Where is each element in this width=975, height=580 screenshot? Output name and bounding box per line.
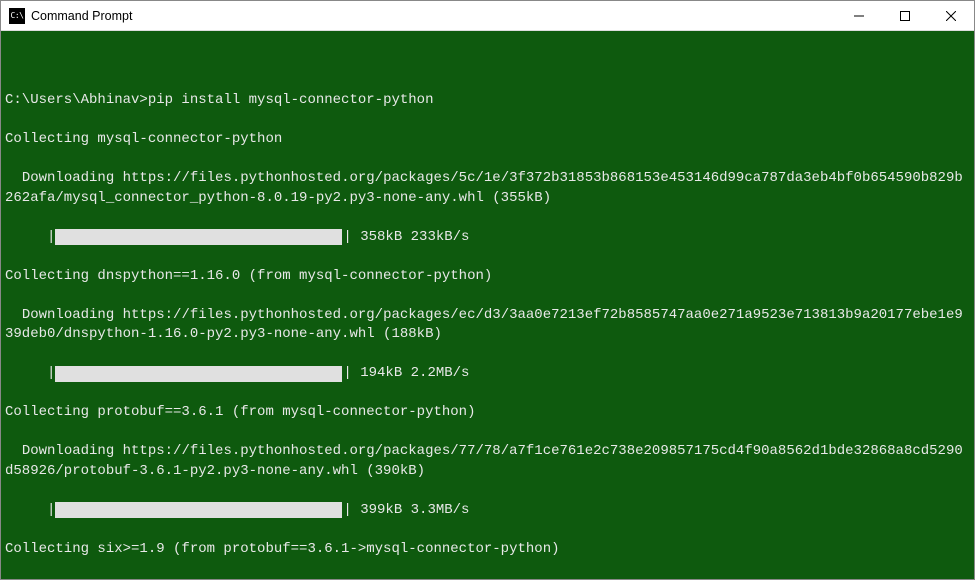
output-line: Downloading https://files.pythonhosted.o…: [5, 442, 970, 481]
progress-bar: [55, 502, 343, 518]
window-title: Command Prompt: [31, 9, 836, 23]
app-icon: C:\: [9, 8, 25, 24]
titlebar[interactable]: C:\ Command Prompt: [1, 1, 974, 31]
maximize-icon: [900, 11, 910, 21]
close-button[interactable]: [928, 1, 974, 30]
minimize-icon: [854, 11, 864, 21]
progress-line: || 399kB 3.3MB/s: [5, 501, 970, 521]
progress-stats: 399kB 3.3MB/s: [352, 501, 470, 521]
output-line: Downloading https://files.pythonhosted.o…: [5, 579, 970, 580]
minimize-button[interactable]: [836, 1, 882, 30]
output-line: Downloading https://files.pythonhosted.o…: [5, 306, 970, 345]
prompt-text: C:\Users\Abhinav>: [5, 92, 148, 108]
output-line: Collecting mysql-connector-python: [5, 130, 970, 150]
output-line: Downloading https://files.pythonhosted.o…: [5, 169, 970, 208]
prompt-line: C:\Users\Abhinav>pip install mysql-conne…: [5, 91, 970, 111]
command-text: pip install mysql-connector-python: [148, 92, 434, 108]
output-line: Collecting six>=1.9 (from protobuf==3.6.…: [5, 540, 970, 560]
maximize-button[interactable]: [882, 1, 928, 30]
terminal-output[interactable]: C:\Users\Abhinav>pip install mysql-conne…: [1, 31, 974, 579]
progress-stats: 358kB 233kB/s: [352, 228, 470, 248]
command-prompt-window: C:\ Command Prompt C:\Users\Abhinav>pip …: [0, 0, 975, 580]
progress-bar: [55, 366, 343, 382]
output-line: Collecting dnspython==1.16.0 (from mysql…: [5, 267, 970, 287]
progress-stats: 194kB 2.2MB/s: [352, 364, 470, 384]
progress-bar: [55, 229, 343, 245]
progress-line: || 194kB 2.2MB/s: [5, 364, 970, 384]
output-line: Collecting protobuf==3.6.1 (from mysql-c…: [5, 403, 970, 423]
close-icon: [946, 11, 956, 21]
progress-line: || 358kB 233kB/s: [5, 228, 970, 248]
window-controls: [836, 1, 974, 30]
